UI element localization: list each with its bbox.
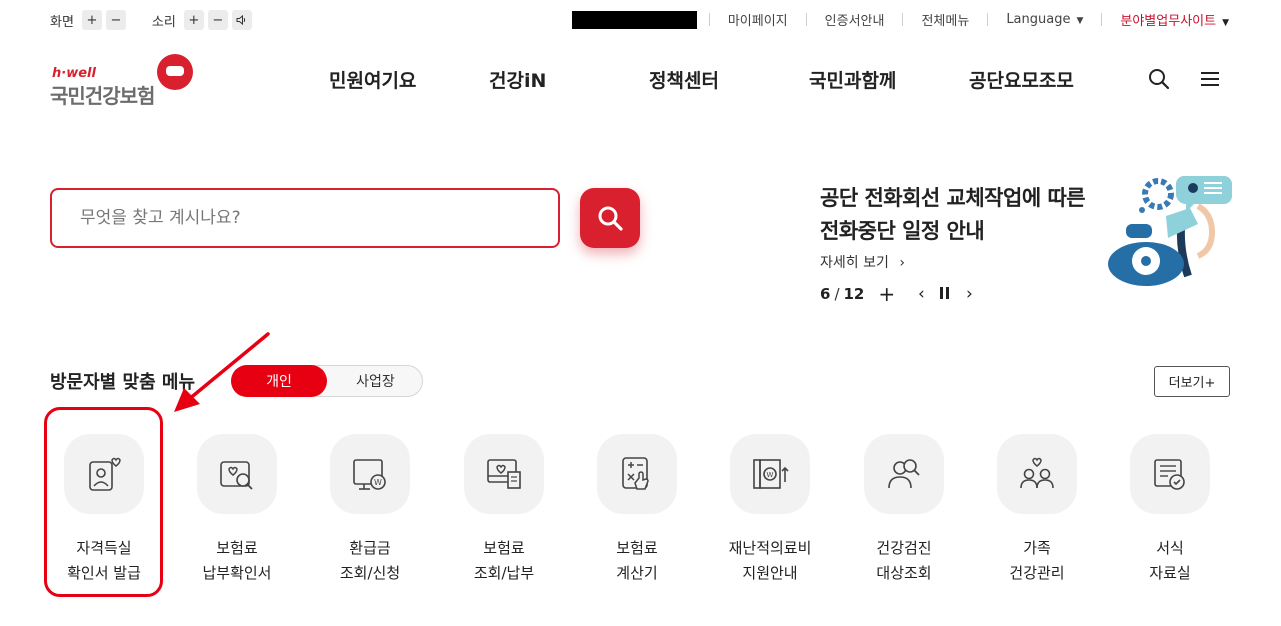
sound-label: 소리 xyxy=(151,14,176,30)
language-label: Language xyxy=(1006,12,1071,27)
menu-item-premium-calculator[interactable]: 보험료 계산기 xyxy=(577,432,697,592)
payment-confirm-icon xyxy=(197,434,277,514)
notice-title[interactable]: 공단 전화회선 교체작업에 따른 전화중단 일정 안내 xyxy=(820,182,1105,248)
menu-item-label: 보험료 계산기 xyxy=(616,539,658,582)
certificate-guide-link[interactable]: 인증서안내 xyxy=(825,10,885,29)
notice-more-label: 자세히 보기 xyxy=(820,255,889,271)
chevron-left-icon[interactable]: ‹ xyxy=(914,284,928,304)
field-site-label: 분야별업무사이트 xyxy=(1120,14,1217,29)
screen-size-label: 화면 xyxy=(50,14,74,30)
svg-text:W: W xyxy=(767,471,774,479)
caret-down-icon: ▼ xyxy=(1076,16,1084,26)
menu-item-refund[interactable]: W 환급금 조회/신청 xyxy=(310,432,430,592)
screen-zoom-in-button[interactable]: + xyxy=(81,10,102,30)
menu-item-payment-confirmation[interactable]: 보험료 납부확인서 xyxy=(177,432,297,592)
notice-page-divider: / xyxy=(834,285,840,303)
menu-item-label: 가족 건강관리 xyxy=(1009,539,1065,582)
menu-item-label: 재난적의료비 지원안내 xyxy=(728,539,812,582)
menu-item-label: 보험료 조회/납부 xyxy=(473,539,535,582)
speaker-icon[interactable] xyxy=(231,10,252,30)
redacted-user-info xyxy=(571,10,697,29)
pause-icon[interactable] xyxy=(938,284,952,304)
notice-total-pages: 12 xyxy=(843,285,865,303)
sound-down-button[interactable]: − xyxy=(207,10,228,30)
search-input[interactable] xyxy=(52,190,558,246)
tab-business[interactable]: 사업장 xyxy=(328,366,423,396)
search-box xyxy=(50,188,560,248)
hamburger-menu-icon[interactable] xyxy=(1200,68,1222,90)
sound-up-button[interactable]: + xyxy=(183,10,204,30)
nav-item-health-in[interactable]: 건강iN xyxy=(489,66,546,93)
family-health-icon xyxy=(997,434,1077,514)
nav-item-about[interactable]: 공단요모조모 xyxy=(969,66,1074,93)
more-button[interactable]: 더보기+ xyxy=(1154,366,1230,397)
tab-personal[interactable]: 개인 xyxy=(231,365,327,397)
calculator-icon xyxy=(597,434,677,514)
menu-item-catastrophic-medical-support[interactable]: W 재난적의료비 지원안내 xyxy=(710,432,830,592)
chevron-right-icon[interactable]: › xyxy=(962,284,976,304)
plus-icon[interactable]: + xyxy=(878,282,895,306)
menu-item-family-health[interactable]: 가족 건강관리 xyxy=(977,432,1097,592)
nav-item-with-citizens[interactable]: 국민과함께 xyxy=(809,66,896,93)
svg-text:W: W xyxy=(374,478,382,487)
caret-down-icon: ▼ xyxy=(1222,18,1229,28)
all-menu-link[interactable]: 전체메뉴 xyxy=(921,10,969,29)
menu-item-label: 자격득실 확인서 발급 xyxy=(67,539,141,582)
menu-item-eligibility-certificate[interactable]: 자격득실 확인서 발급 xyxy=(44,432,164,592)
menu-item-label: 건강검진 대상조회 xyxy=(876,539,932,582)
health-checkup-icon xyxy=(864,434,944,514)
main-navigation: 민원여기요 건강iN 정책센터 국민과함께 공단요모조모 xyxy=(0,66,1281,96)
nav-item-civil-service[interactable]: 민원여기요 xyxy=(329,66,416,93)
search-icon xyxy=(598,206,623,231)
medical-support-icon: W xyxy=(730,434,810,514)
language-select[interactable]: Language ▼ xyxy=(1006,12,1083,27)
premium-inquiry-icon xyxy=(464,434,544,514)
menu-item-label: 보험료 납부확인서 xyxy=(202,539,272,582)
utility-bar: 화면 + − 소리 + − 마이페이지 인증서안내 전체메뉴 Language ▼… xyxy=(0,10,1281,34)
notice-more-link[interactable]: 자세히 보기 › xyxy=(820,252,905,272)
visitor-type-toggle: 개인 사업장 xyxy=(231,365,423,397)
menu-item-label: 환급금 조회/신청 xyxy=(339,539,401,582)
accessibility-controls: 화면 + − 소리 + − xyxy=(50,10,252,30)
forms-library-icon xyxy=(1130,434,1210,514)
menu-item-checkup-eligibility[interactable]: 건강검진 대상조회 xyxy=(844,432,964,592)
mypage-link[interactable]: 마이페이지 xyxy=(728,10,788,29)
menu-item-label: 서식 자료실 xyxy=(1149,539,1191,582)
field-site-select[interactable]: 분야별업무사이트 ▼ xyxy=(1120,10,1229,29)
nav-item-policy-center[interactable]: 정책센터 xyxy=(649,66,719,93)
menu-item-premium-inquiry[interactable]: 보험료 조회/납부 xyxy=(444,432,564,592)
search-button[interactable] xyxy=(580,188,640,248)
telephone-illustration-icon xyxy=(1108,176,1232,286)
refund-icon: W xyxy=(330,434,410,514)
chevron-right-icon: › xyxy=(899,255,905,271)
menu-item-forms-library[interactable]: 서식 자료실 xyxy=(1110,432,1230,592)
visitor-menu-title: 방문자별 맞춤 메뉴 xyxy=(50,372,196,393)
notice-pager: 6 / 12 + ‹ › xyxy=(820,282,976,306)
certificate-icon xyxy=(64,434,144,514)
screen-zoom-out-button[interactable]: − xyxy=(105,10,126,30)
notice-current-page: 6 xyxy=(820,285,831,303)
utility-links: 마이페이지 인증서안내 전체메뉴 Language ▼ 분야별업무사이트 ▼ xyxy=(571,10,1229,29)
search-icon[interactable] xyxy=(1148,68,1170,90)
